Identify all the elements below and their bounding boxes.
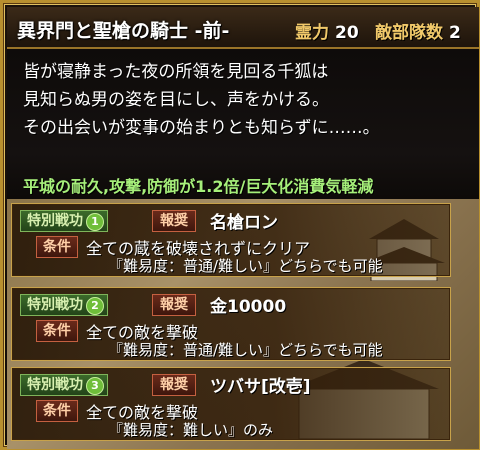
condition-label: 条件 [36, 236, 78, 258]
special-merit-label: 特別戦功 [27, 213, 83, 229]
enemy-units: 敵部隊数 2 [375, 18, 461, 43]
mission-panel: 異界門と聖槍の騎士 -前- 霊力 20 敵部隊数 2 皆が寝静まった夜の所領を見回る… [0, 0, 480, 450]
castle-effect-text: 平城の耐久,攻撃,防御が1.2倍/巨大化消費気軽減 [23, 177, 374, 196]
spirit-power-label: 霊力 [295, 23, 329, 43]
header-bar: 異界門と聖槍の騎士 -前- 霊力 20 敵部隊数 2 [7, 7, 479, 49]
reward-value: 金10000 [210, 297, 287, 317]
special-merit-badge: 特別戦功 3 [20, 374, 108, 396]
merit-number: 2 [86, 297, 104, 315]
reward-label: 報奨 [152, 210, 196, 232]
spirit-power-value: 20 [335, 23, 359, 43]
special-merit-badge: 特別戦功 1 [20, 210, 108, 232]
story-line: 見知らぬ男の姿を目にし、声をかける。 [23, 90, 329, 110]
special-merit-card[interactable]: 特別戦功 3 報奨 ツバサ[改壱] 条件 全ての敵を撃破 『難易度：難しい』のみ [11, 367, 451, 441]
reward-label: 報奨 [152, 374, 196, 396]
mission-title: 異界門と聖槍の騎士 -前- [17, 20, 230, 42]
special-merit-card[interactable]: 特別戦功 1 報奨 名槍ロン 条件 全ての蔵を破壊されずにクリア 『難易度：普通… [11, 203, 451, 277]
enemy-units-label: 敵部隊数 [375, 23, 443, 43]
difficulty-text: 『難易度：難しい』のみ [108, 421, 274, 439]
merit-number: 3 [86, 377, 104, 395]
story-line: 皆が寝静まった夜の所領を見回る千狐は [23, 62, 329, 82]
special-merit-label: 特別戦功 [27, 297, 83, 313]
reward-value: ツバサ[改壱] [210, 377, 311, 397]
special-merit-label: 特別戦功 [27, 377, 83, 393]
reward-label: 報奨 [152, 294, 196, 316]
special-merit-badge: 特別戦功 2 [20, 294, 108, 316]
special-merit-card[interactable]: 特別戦功 2 報奨 金10000 条件 全ての敵を撃破 『難易度：普通/難しい』… [11, 287, 451, 361]
condition-label: 条件 [36, 320, 78, 342]
story-description: 皆が寝静まった夜の所領を見回る千狐は 見知らぬ男の姿を目にし、声をかける。 その… [7, 49, 479, 200]
difficulty-text: 『難易度：普通/難しい』どちらでも可能 [108, 257, 383, 275]
spirit-power: 霊力 20 [295, 18, 359, 43]
merit-number: 1 [86, 213, 104, 231]
story-line: その出会いが変事の始まりとも知らずに……。 [23, 118, 380, 138]
condition-label: 条件 [36, 400, 78, 422]
difficulty-text: 『難易度：普通/難しい』どちらでも可能 [108, 341, 383, 359]
reward-value: 名槍ロン [210, 213, 278, 233]
enemy-units-value: 2 [449, 23, 461, 43]
